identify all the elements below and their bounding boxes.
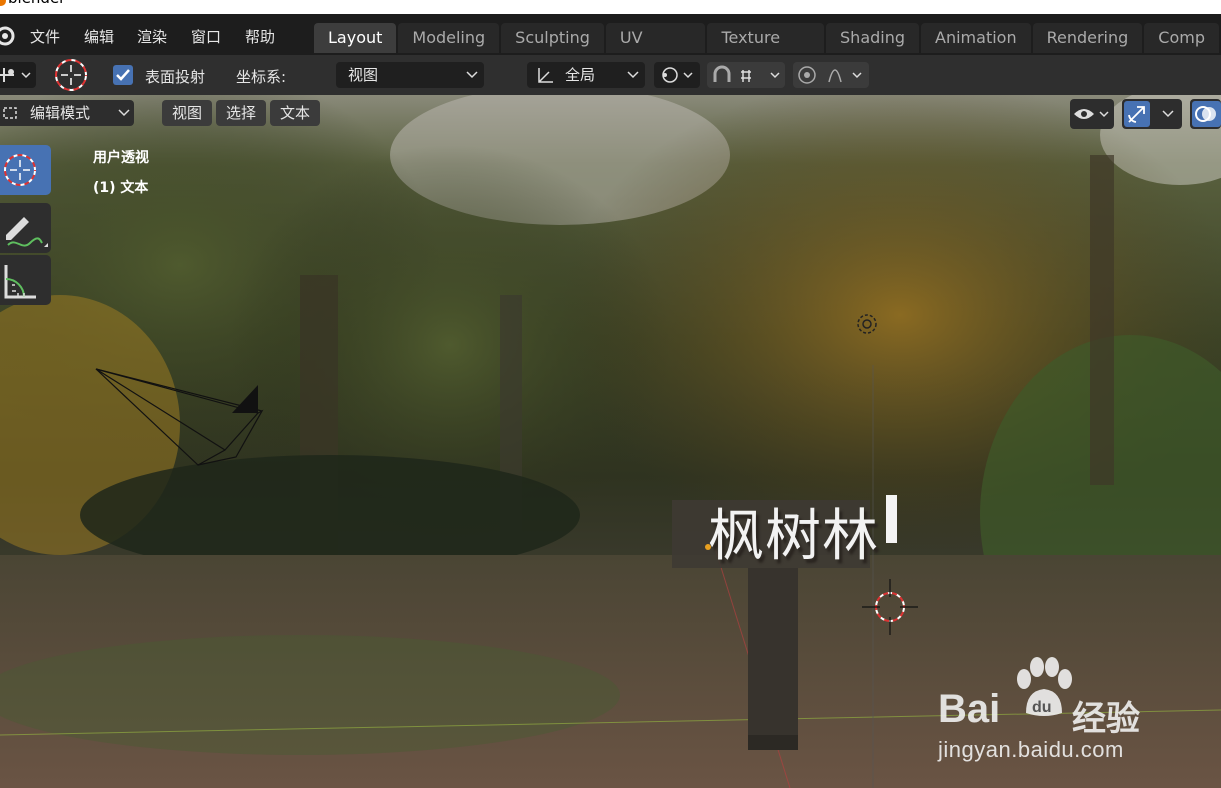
gizmo-toggle[interactable] <box>1124 101 1150 127</box>
view-name: 用户透视 <box>93 150 149 166</box>
tab-compositing[interactable]: Comp <box>1144 23 1219 53</box>
transform-orientation-dropdown[interactable]: 全局 <box>527 62 645 88</box>
tool-measure[interactable] <box>0 255 51 305</box>
annotate-pencil-icon <box>6 217 48 247</box>
viewport-menu-view[interactable]: 视图 <box>162 100 213 126</box>
gizmo-dropdown[interactable] <box>1122 99 1182 129</box>
tab-modeling[interactable]: Modeling <box>398 23 500 53</box>
3d-viewport[interactable]: 枫树林 编辑模式 视图 选择 文本 用户透视 (1) 文本 Bai du 经验 … <box>0 95 1221 788</box>
tool-settings-bar: 表面投射 坐标系: 视图 全局 <box>0 55 1221 95</box>
menu-window[interactable]: 窗口 <box>191 26 221 47</box>
mode-dropdown[interactable]: 编辑模式 <box>0 100 134 126</box>
tab-shading[interactable]: Shading <box>826 23 920 53</box>
tab-uv-editing[interactable]: UV Editing <box>605 23 706 77</box>
object-info: (1) 文本 <box>93 180 149 196</box>
surface-project-label: 表面投射 <box>145 68 206 86</box>
window-title-bar: blender <box>0 0 1221 14</box>
blender-app-icon[interactable] <box>0 25 16 47</box>
window-title: blender <box>8 0 65 6</box>
chevron-down-icon <box>1162 110 1174 118</box>
chevron-down-icon <box>627 71 639 79</box>
menu-help[interactable]: 帮助 <box>245 26 275 47</box>
chevron-down-icon <box>118 109 130 117</box>
cursor-tool-icon[interactable] <box>52 57 90 93</box>
gizmo-icon <box>1128 106 1145 123</box>
measure-ruler-icon <box>4 265 36 299</box>
overlays-toggle[interactable] <box>1192 101 1221 127</box>
watermark-brand: Bai <box>938 687 1001 731</box>
mode-value: 编辑模式 <box>30 104 91 122</box>
tab-layout[interactable]: Layout <box>314 23 397 53</box>
svg-text:du: du <box>1032 699 1052 716</box>
edit-mode-icon <box>3 107 17 119</box>
tab-rendering[interactable]: Rendering <box>1032 23 1143 53</box>
coord-system-value: 视图 <box>348 66 379 84</box>
tab-texture-paint[interactable]: Texture Paint <box>707 23 825 77</box>
check-icon <box>116 69 130 81</box>
pivot-point-icon <box>662 67 693 83</box>
tool-annotate[interactable] <box>0 203 51 253</box>
overlays-dropdown[interactable] <box>1190 99 1221 129</box>
viewport-menu-select[interactable]: 选择 <box>216 100 267 126</box>
top-menubar: 文件 编辑 渲染 窗口 帮助 Layout Modeling Sculpting… <box>0 14 1221 77</box>
scene-3d-text[interactable]: 枫树林 <box>708 491 879 572</box>
watermark-brand-suffix: 经验 <box>1072 699 1140 739</box>
orientation-axes-icon <box>538 68 553 83</box>
baidu-watermark: Bai du 经验 jingyan.baidu.com <box>938 657 1198 765</box>
workspace-tabs: Layout Modeling Sculpting UV Editing Tex… <box>314 23 1221 77</box>
watermark-url: jingyan.baidu.com <box>938 737 1124 762</box>
coord-system-label: 坐标系: <box>236 68 287 86</box>
menu-edit[interactable]: 编辑 <box>84 26 114 47</box>
chevron-down-icon <box>466 71 478 79</box>
tool-icon <box>0 68 31 82</box>
visibility-dropdown[interactable] <box>1070 99 1114 129</box>
snap-magnet-icon <box>713 65 780 82</box>
tab-sculpting[interactable]: Sculpting <box>501 23 604 53</box>
overlays-icon <box>1195 106 1216 122</box>
coord-system-dropdown[interactable]: 视图 <box>336 62 484 88</box>
proportional-editing-icon <box>798 66 862 84</box>
menu-render[interactable]: 渲染 <box>137 26 167 47</box>
viewport-menu-text[interactable]: 文本 <box>270 100 321 126</box>
snap-dropdown[interactable] <box>707 62 785 88</box>
menu-file[interactable]: 文件 <box>30 26 60 47</box>
paw-logo-icon: du <box>1017 657 1072 716</box>
cursor-tool-icon <box>4 154 36 186</box>
blender-logo-icon <box>0 0 6 6</box>
tool-cursor[interactable] <box>0 145 51 195</box>
text-edit-cursor <box>886 495 897 543</box>
eye-icon <box>1074 109 1109 119</box>
proportional-editing-dropdown[interactable] <box>793 62 869 88</box>
surface-project-checkbox[interactable] <box>113 65 133 85</box>
tool-mode-dropdown[interactable] <box>0 62 36 88</box>
transform-orientation-value: 全局 <box>565 66 596 84</box>
tab-animation[interactable]: Animation <box>921 23 1031 53</box>
pivot-point-dropdown[interactable] <box>654 62 700 88</box>
